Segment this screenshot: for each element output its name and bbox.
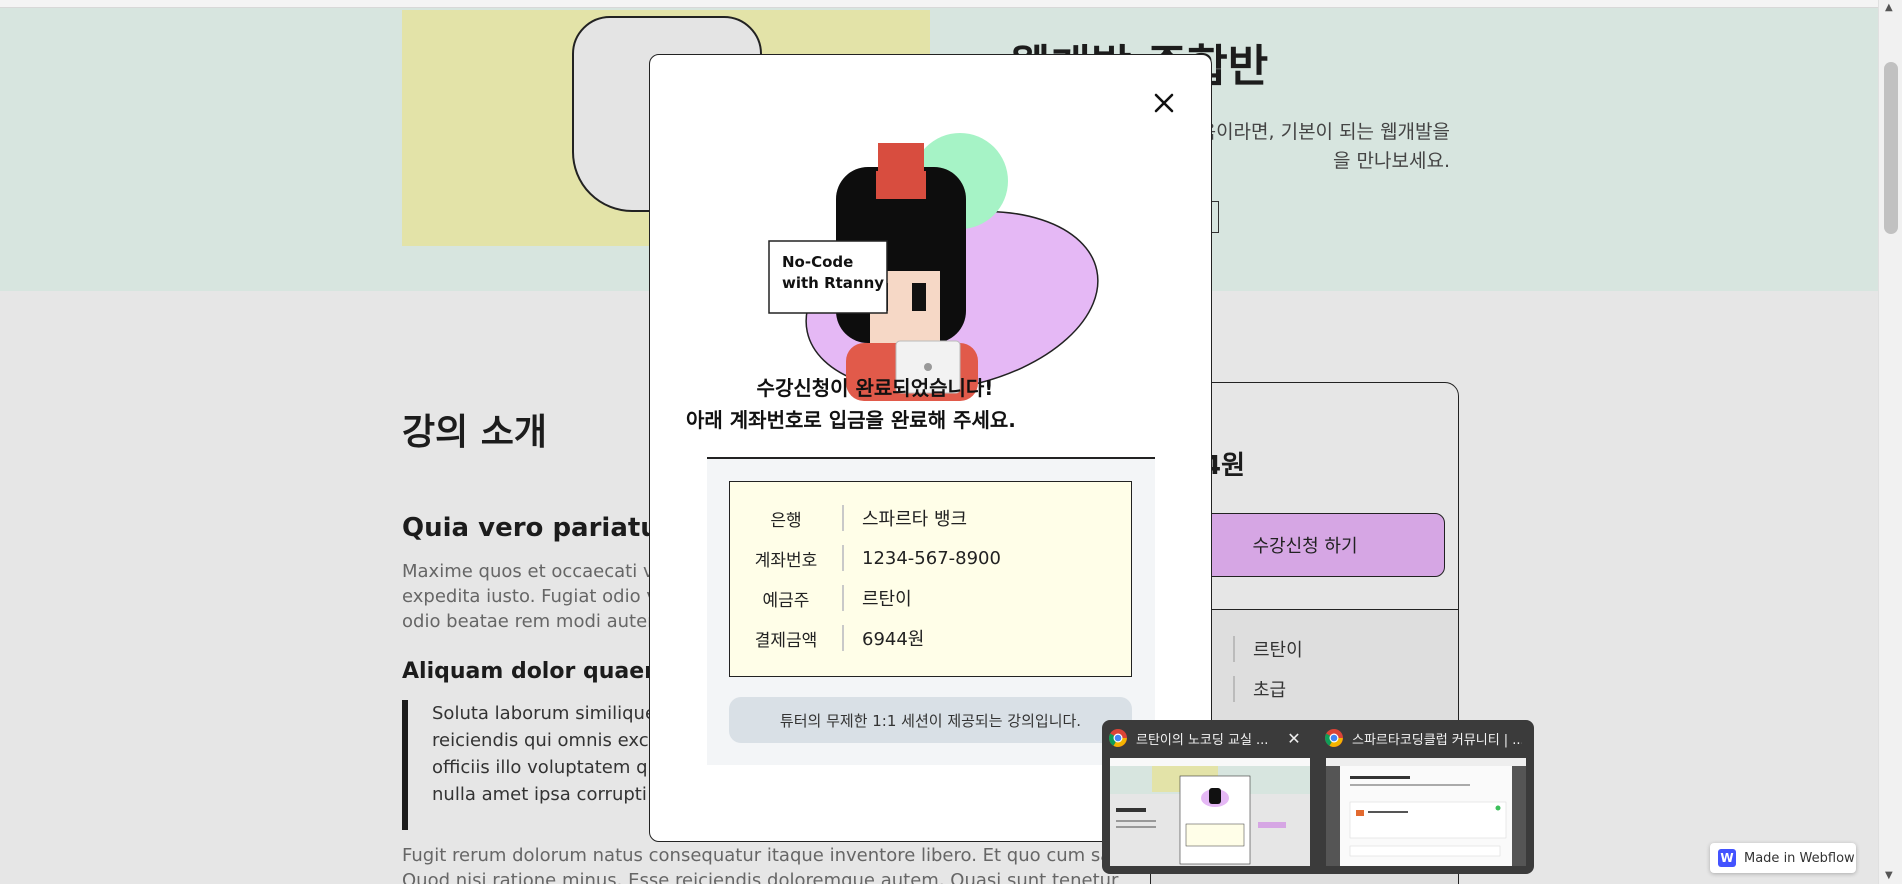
- scroll-up-arrow[interactable]: ▲: [1885, 2, 1893, 13]
- close-icon[interactable]: [1150, 89, 1178, 117]
- page-scrollbar[interactable]: ▲ ▼: [1878, 0, 1902, 884]
- info-value: 6944원: [862, 629, 925, 650]
- bottom-paragraph: Fugit rerum dolorum natus consequatur it…: [402, 843, 1122, 884]
- made-in-webflow-badge[interactable]: W Made in Webflow: [1710, 843, 1856, 873]
- paragraph-line: expedita iusto. Fugiat odio veli: [402, 586, 650, 607]
- preview-thumbnail: [1326, 758, 1526, 866]
- preview-close-icon[interactable]: ✕: [1284, 728, 1304, 748]
- quote-line: nulla amet ipsa corrupti qua: [432, 784, 652, 805]
- blockquote: Soluta laborum similique m reiciendis qu…: [402, 700, 652, 830]
- info-value: 스파르타 뱅크: [862, 509, 968, 530]
- preview-title: 스파르타코딩클럽 커뮤니티 | ...: [1352, 732, 1522, 748]
- top-strip: [0, 0, 1878, 8]
- preview-thumbnail: [1110, 758, 1310, 866]
- info-row-amount: 결제금액 6944원: [730, 618, 1131, 658]
- modal-subtitle: 아래 계좌번호로 입금을 완료해 주세요.: [686, 408, 1016, 432]
- intro-paragraph: Maxime quos et occaecati veli expedita i…: [402, 559, 650, 634]
- payment-info-table: 은행 스파르타 뱅크 계좌번호 1234-567-8900 예금주 르탄이 결제…: [729, 481, 1132, 677]
- info-label: 예금주: [762, 590, 810, 611]
- info-row-account: 계좌번호 1234-567-8900: [730, 538, 1131, 578]
- paragraph-line: Quod nisi ratione minus. Esse reiciendis…: [402, 870, 1119, 884]
- paragraph-line: Maxime quos et occaecati veli: [402, 561, 650, 582]
- quote-line: reiciendis qui omnis except: [432, 730, 652, 751]
- payment-info-area: 은행 스파르타 뱅크 계좌번호 1234-567-8900 예금주 르탄이 결제…: [707, 459, 1155, 765]
- info-level: 초급: [1233, 676, 1286, 702]
- course-intro-heading: 강의 소개: [402, 412, 548, 453]
- preview-title: 르탄이의 노코딩 교실 ...: [1136, 732, 1269, 748]
- tutor-session-notice: 튜터의 무제한 1:1 세션이 제공되는 강의입니다.: [729, 697, 1132, 743]
- paragraph-line: Fugit rerum dolorum natus consequatur it…: [402, 845, 1122, 866]
- quote-line: Soluta laborum similique m: [432, 703, 652, 724]
- info-instructor: 르탄이: [1233, 636, 1303, 662]
- modal-title: 수강신청이 완료되었습니다!: [756, 376, 994, 400]
- preview-header: 르탄이의 노코딩 교실 ... ✕: [1108, 726, 1312, 750]
- chrome-icon: [1108, 729, 1127, 747]
- section-subheading: Quia vero pariatur r: [402, 513, 652, 543]
- info-value: 1234-567-8900: [862, 547, 1001, 569]
- info-row-holder: 예금주 르탄이: [730, 578, 1131, 618]
- section-subheading-2: Aliquam dolor quaerat v: [402, 659, 652, 684]
- paragraph-line: odio beatae rem modi autem. C: [402, 611, 650, 632]
- chrome-icon: [1324, 729, 1343, 747]
- info-label: 은행: [770, 510, 802, 531]
- preview-header: 스파르타코딩클럽 커뮤니티 | ...: [1324, 726, 1528, 750]
- illustration-label-line2: with Rtanny: [782, 274, 884, 292]
- webflow-badge-label: Made in Webflow: [1744, 850, 1855, 866]
- illustration-label-line1: No-Code: [782, 253, 853, 271]
- info-value: 르탄이: [862, 589, 912, 610]
- window-preview[interactable]: 르탄이의 노코딩 교실 ... ✕: [1102, 720, 1318, 874]
- quote-line: officiis illo voluptatem quar: [432, 757, 652, 778]
- taskbar-previews: 르탄이의 노코딩 교실 ... ✕ 스파르타코딩클럽 커뮤니티 | ...: [1102, 720, 1534, 874]
- info-label: 계좌번호: [754, 550, 818, 571]
- info-label: 결제금액: [754, 630, 818, 651]
- window-preview[interactable]: 스파르타코딩클럽 커뮤니티 | ...: [1318, 720, 1534, 874]
- scrollbar-thumb[interactable]: [1884, 62, 1898, 234]
- info-row-bank: 은행 스파르타 뱅크: [730, 498, 1131, 538]
- scroll-down-arrow[interactable]: ▼: [1885, 870, 1893, 881]
- mascot-illustration: No-Code with Rtanny: [760, 111, 1100, 401]
- webflow-logo-icon: W: [1718, 849, 1736, 867]
